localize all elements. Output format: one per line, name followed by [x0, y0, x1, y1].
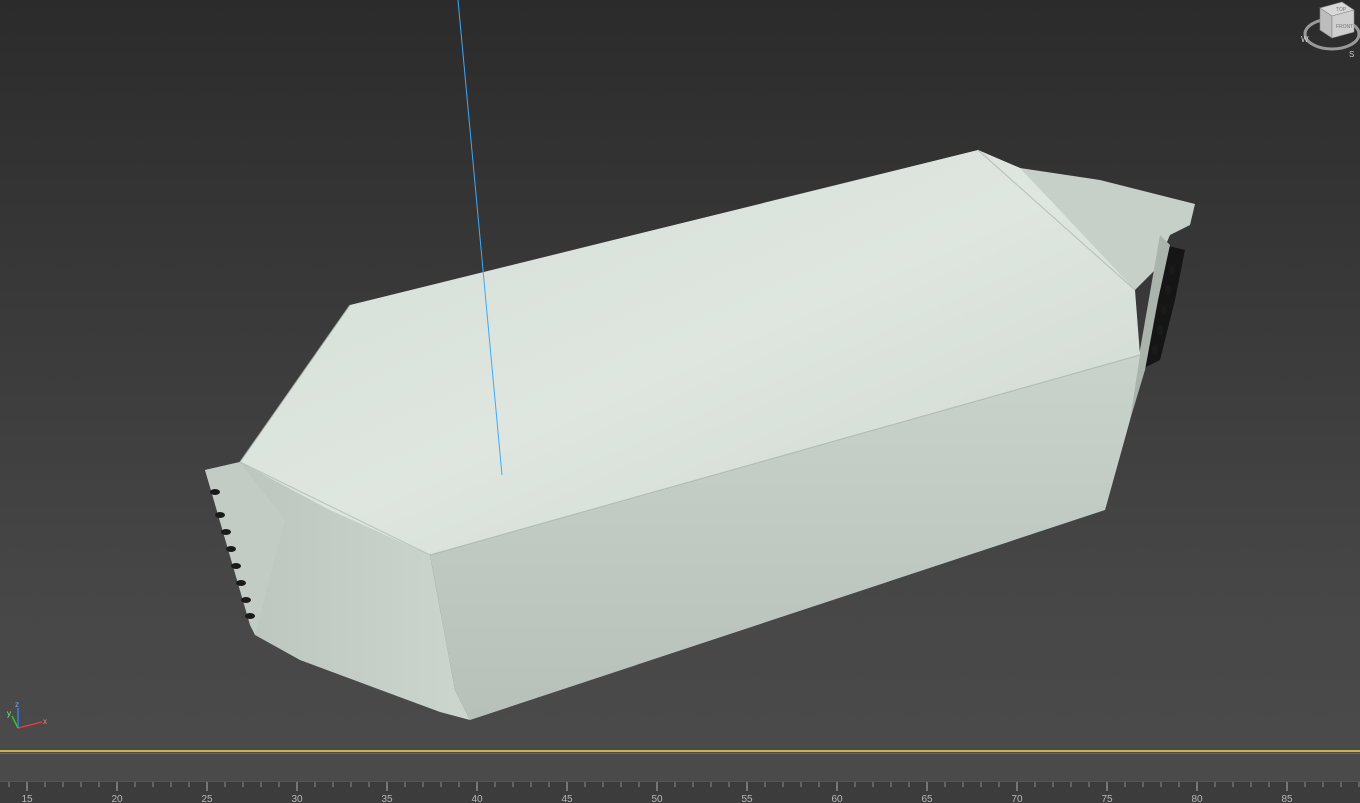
viewcube-top-label: TOP: [1336, 7, 1347, 13]
y-axis-line: [11, 715, 19, 729]
3d-viewport[interactable]: TOP FRONT W S z x y: [0, 0, 1360, 748]
scene-render: [205, 0, 1195, 720]
timeline-ticks: 15 20 25 30 35 40 45 50 55 60 65 70 75 80 85: [8, 782, 1360, 803]
viewcube-front-label: FRONT: [1336, 24, 1353, 30]
viewcube-compass-s[interactable]: S: [1349, 50, 1354, 59]
viewcube[interactable]: TOP FRONT W S: [1298, 0, 1360, 62]
viewcube-compass-w[interactable]: W: [1301, 35, 1309, 44]
package-mesh[interactable]: [205, 149, 1195, 720]
axis-y-label: y: [7, 709, 11, 718]
trackbar-line-shadow: [0, 753, 1360, 754]
axis-z-label: z: [15, 700, 19, 709]
axis-x-label: x: [43, 717, 47, 726]
x-axis-line: [17, 721, 43, 729]
timeline-ruler[interactable]: 15 20 25 30 35 40 45 50 55 60 65 70 75 80 85: [0, 781, 1360, 803]
axis-tripod: z x y: [6, 700, 56, 740]
trackbar-line: [0, 750, 1360, 752]
